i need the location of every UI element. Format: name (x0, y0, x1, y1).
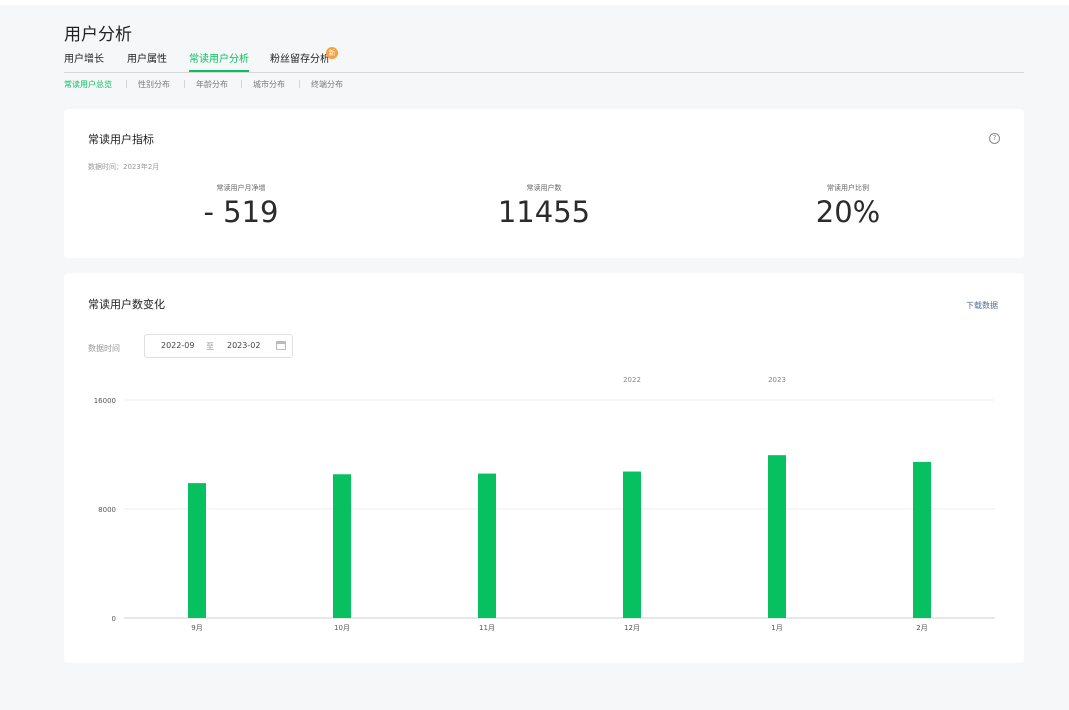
year-annotation: 2023 (768, 376, 786, 384)
x-tick-label: 12月 (624, 624, 640, 632)
subtab-device[interactable]: 终端分布 (311, 79, 343, 90)
metrics-card-title: 常读用户指标 (88, 133, 154, 146)
y-tick-label: 16000 (94, 397, 116, 405)
subtab-divider (299, 80, 300, 88)
subtab-overview[interactable]: 常读用户总览 (64, 79, 112, 90)
chart-bar (333, 474, 351, 618)
metric-reader-ratio: 常读用户比例 20% (748, 183, 948, 229)
subtab-divider (184, 80, 185, 88)
metric-value: - 519 (203, 195, 279, 229)
question-circle-icon[interactable]: ? (989, 133, 1000, 144)
tab-fan-retention-label: 粉丝留存分析 (270, 54, 330, 65)
metric-label: 常读用户月净增 (216, 184, 266, 192)
x-tick-label: 2月 (916, 624, 927, 632)
chart-bar (623, 471, 641, 618)
metrics-card: 常读用户指标 ? 数据时间：2023年2月 常读用户月净增 - 519 常读用户… (64, 109, 1024, 258)
tab-user-attributes[interactable]: 用户属性 (127, 53, 167, 72)
chart-bar (478, 473, 496, 618)
metrics-data-time: 数据时间：2023年2月 (88, 163, 160, 171)
year-annotation: 2022 (623, 376, 641, 384)
subtab-city[interactable]: 城市分布 (253, 79, 285, 90)
x-tick-label: 10月 (334, 624, 350, 632)
x-tick-label: 11月 (479, 624, 495, 632)
y-tick-label: 8000 (98, 506, 116, 514)
metric-reader-count: 常读用户数 11455 (444, 183, 644, 229)
metric-label: 常读用户比例 (827, 184, 869, 192)
main-tabs: 用户增长 用户属性 常读用户分析 粉丝留存分析 新 (64, 47, 1024, 73)
subtab-divider (241, 80, 242, 88)
metric-value: 20% (815, 195, 881, 229)
metric-net-growth: 常读用户月净增 - 519 (141, 183, 341, 229)
tab-fan-retention[interactable]: 粉丝留存分析 新 (270, 47, 338, 72)
subtab-age[interactable]: 年龄分布 (196, 79, 228, 90)
tab-user-growth[interactable]: 用户增长 (64, 53, 104, 72)
page-title: 用户分析 (64, 25, 132, 45)
chart-bar (913, 461, 931, 618)
new-badge: 新 (326, 47, 338, 59)
trend-card: 常读用户数变化 下载数据 数据时间 2022-09 至 2023-02 0 800… (64, 273, 1024, 663)
y-tick-label: 0 (112, 615, 116, 623)
top-bar (0, 0, 1069, 5)
metric-label: 常读用户数 (526, 184, 562, 192)
reader-count-bar-chart: 0 8000 16000 9月 10月 11月 12月 1月 2月 2022 2023 (94, 376, 995, 632)
chart-bar (768, 455, 786, 618)
metric-value: 11455 (497, 195, 591, 229)
chart-bar (188, 483, 206, 618)
tab-frequent-readers[interactable]: 常读用户分析 (189, 53, 249, 72)
x-tick-label: 1月 (771, 624, 782, 632)
subtab-divider (126, 80, 127, 88)
subtab-gender[interactable]: 性别分布 (138, 79, 170, 90)
x-tick-label: 9月 (191, 624, 202, 632)
